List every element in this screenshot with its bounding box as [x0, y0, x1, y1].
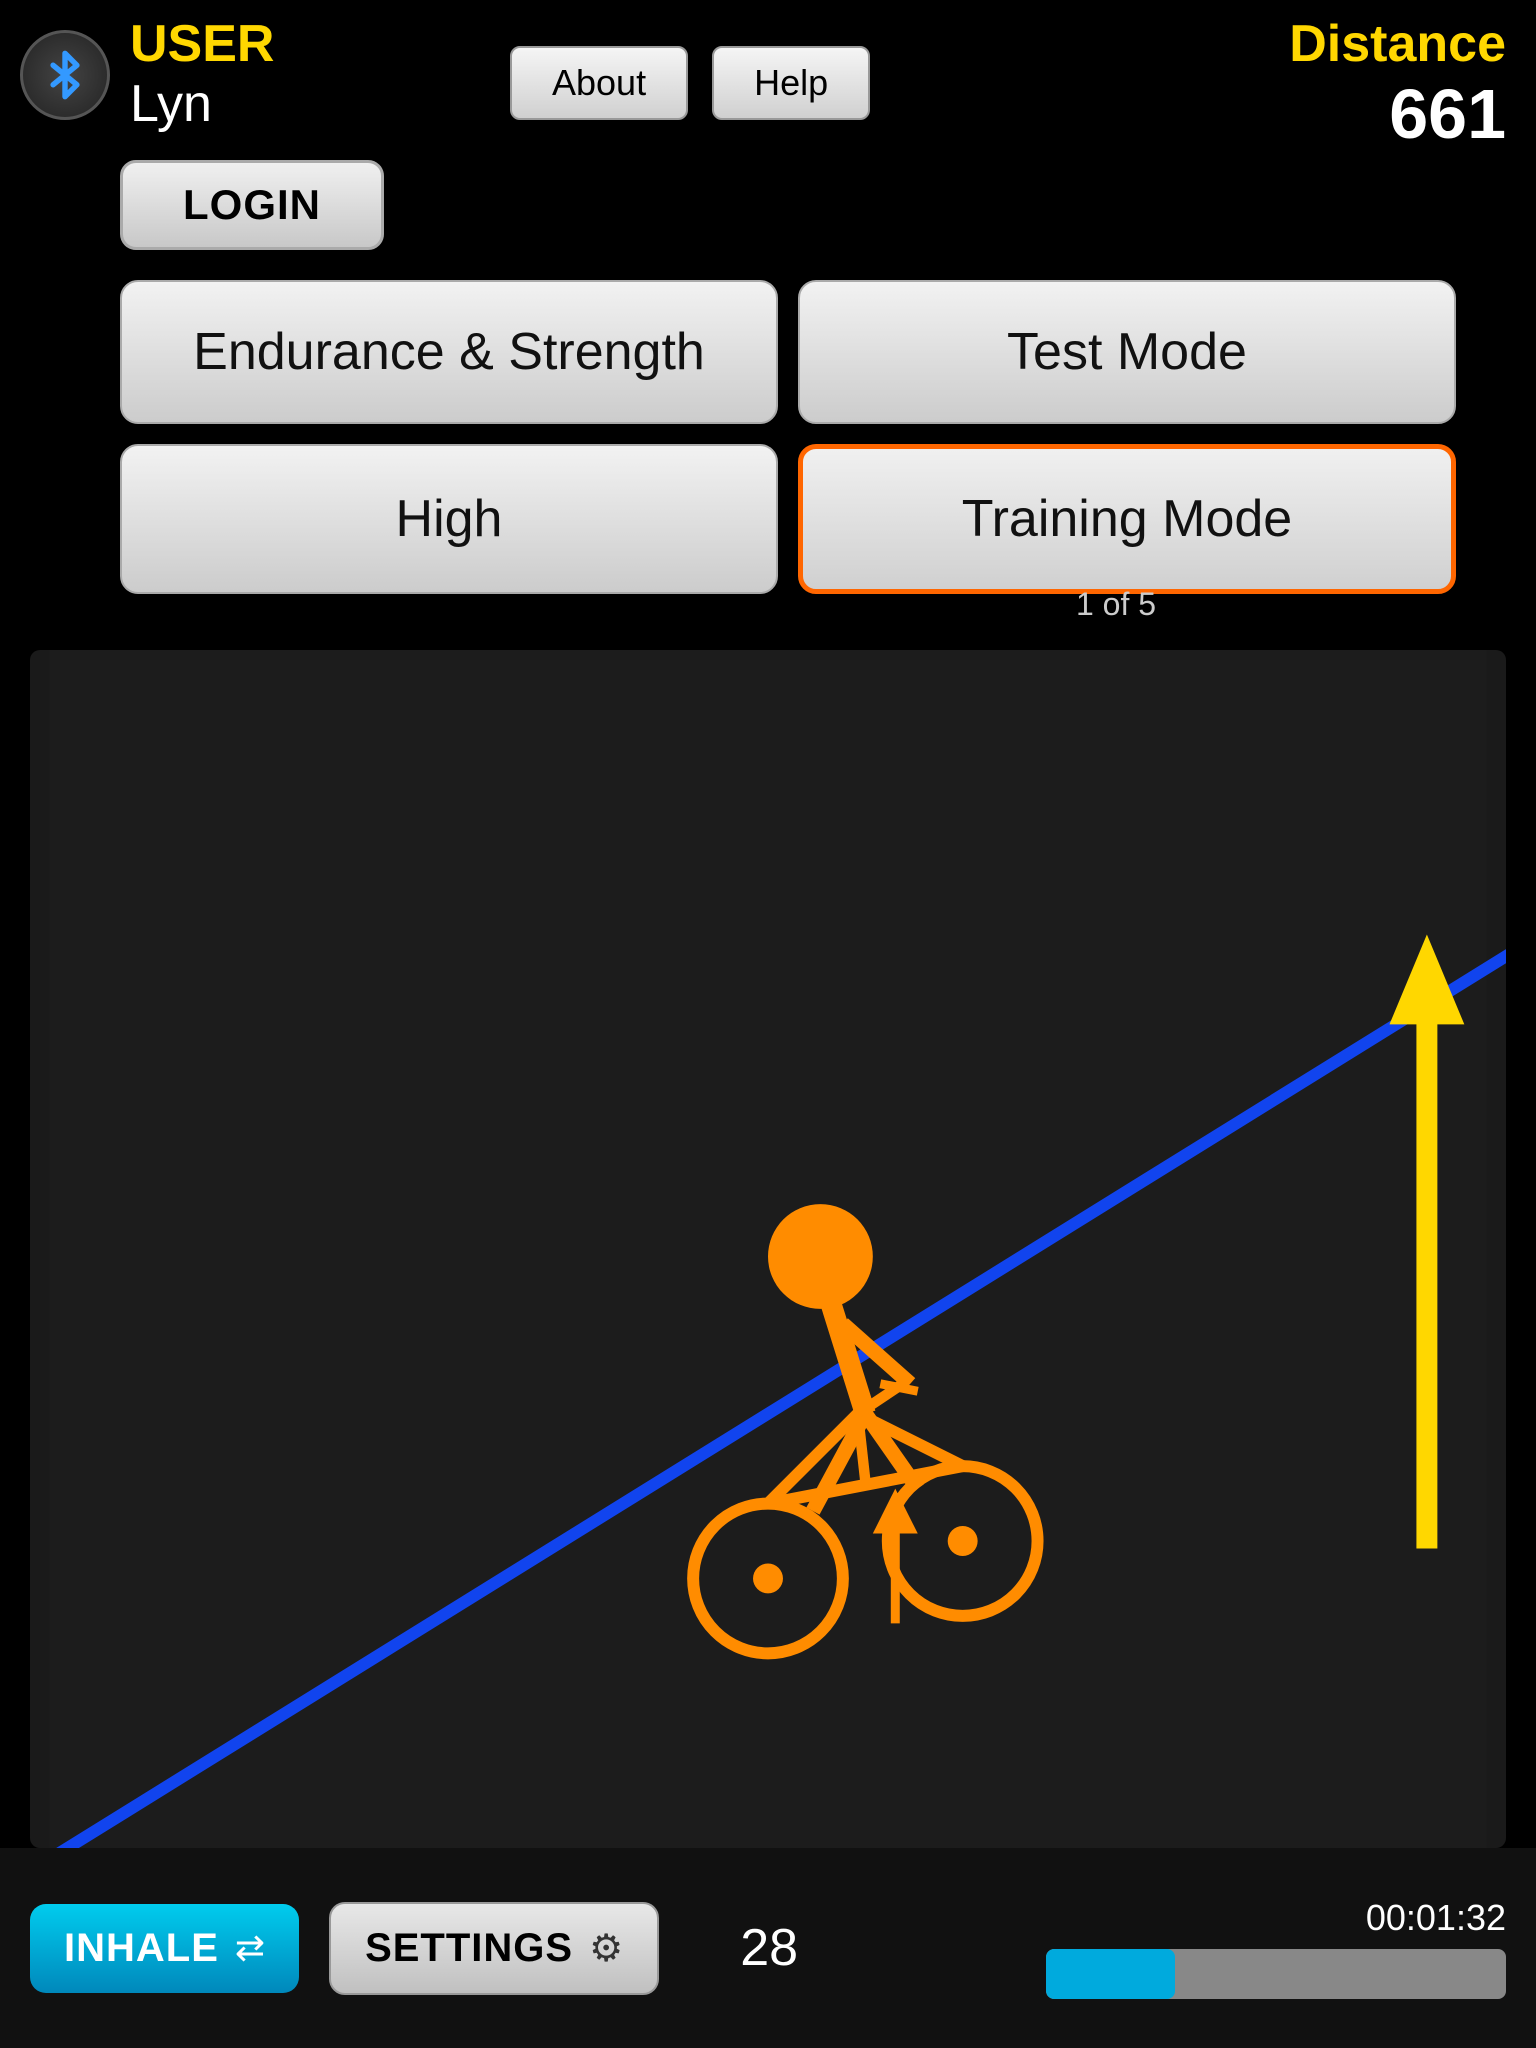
bluetooth-button[interactable] — [20, 30, 110, 120]
distance-label: Distance — [1289, 18, 1506, 70]
gear-icon: ⚙ — [589, 1926, 623, 1971]
bluetooth-icon — [39, 49, 91, 101]
animation-area — [30, 650, 1506, 1848]
about-button[interactable]: About — [510, 46, 688, 120]
training-mode-button[interactable]: Training Mode — [798, 444, 1456, 594]
timer-value: 00:01:32 — [1366, 1897, 1506, 1939]
settings-label: SETTINGS — [365, 1926, 573, 1971]
timer-section: 00:01:32 — [1046, 1897, 1506, 1999]
endurance-strength-button[interactable]: Endurance & Strength — [120, 280, 778, 424]
progress-bar-fill — [1046, 1949, 1175, 1999]
breath-count: 28 — [729, 1918, 809, 1978]
help-button[interactable]: Help — [712, 46, 870, 120]
page-indicator: 1 of 5 — [776, 586, 1456, 623]
nav-buttons: About Help — [510, 46, 870, 120]
user-section: USER Lyn — [130, 18, 450, 134]
login-button[interactable]: LOGIN — [120, 160, 384, 250]
main-buttons-grid: Endurance & Strength Test Mode High Trai… — [120, 280, 1456, 594]
settings-button[interactable]: SETTINGS ⚙ — [329, 1902, 659, 1995]
progress-bar[interactable] — [1046, 1949, 1506, 1999]
shuffle-icon: ⇄ — [235, 1927, 265, 1969]
distance-section: Distance 661 — [1289, 18, 1506, 154]
inhale-label: INHALE — [64, 1926, 219, 1971]
user-label: USER — [130, 18, 274, 70]
user-name: Lyn — [130, 74, 212, 134]
distance-value: 661 — [1389, 74, 1506, 154]
test-mode-button[interactable]: Test Mode — [798, 280, 1456, 424]
inhale-button[interactable]: INHALE ⇄ — [30, 1904, 299, 1993]
cycling-animation — [30, 650, 1506, 1848]
bottom-bar: INHALE ⇄ SETTINGS ⚙ 28 00:01:32 — [0, 1848, 1536, 2048]
high-button[interactable]: High — [120, 444, 778, 594]
